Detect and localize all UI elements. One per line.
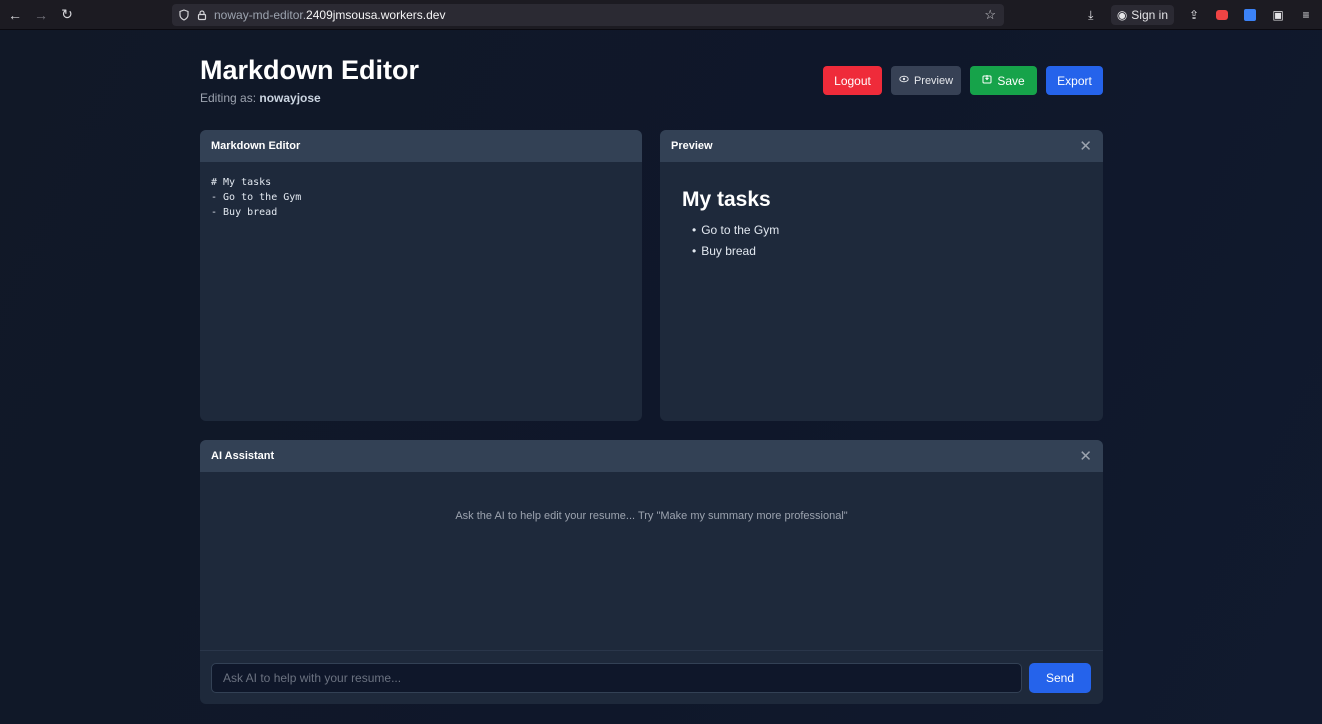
list-item: • Go to the Gym (692, 220, 1081, 241)
extension-icon[interactable] (1214, 7, 1230, 23)
shield-icon[interactable] (178, 9, 190, 21)
save-button[interactable]: Save (970, 66, 1037, 95)
extension-icon[interactable] (1242, 7, 1258, 23)
logout-label: Logout (834, 73, 871, 88)
send-button[interactable]: Send (1029, 663, 1091, 693)
header-actions: Logout Preview Save Export (823, 66, 1103, 95)
ai-panel-header: AI Assistant ✕ (200, 440, 1103, 472)
app-header: Markdown Editor Editing as: nowayjose Lo… (200, 54, 1103, 110)
preview-heading: My tasks (682, 188, 771, 211)
close-icon[interactable]: ✕ (1079, 447, 1092, 465)
save-icon (982, 74, 992, 87)
save-label: Save (997, 73, 1025, 88)
eye-icon (899, 75, 909, 86)
ai-input-row: Send (211, 663, 1091, 693)
preview-content: My tasks • Go to the Gym • Buy bread (660, 162, 1103, 286)
export-label: Export (1057, 73, 1092, 88)
ai-assistant-panel: AI Assistant ✕ Ask the AI to help edit y… (200, 440, 1103, 704)
url-text[interactable]: noway-md-editor.2409jmsousa.workers.dev (214, 8, 445, 22)
account-icon: ◉ (1116, 8, 1128, 22)
browser-toolbar: ← → ↻ noway-md-editor.2409jmsousa.worker… (0, 0, 1322, 30)
back-icon[interactable]: ← (4, 4, 26, 26)
close-icon[interactable]: ✕ (1079, 137, 1092, 155)
star-icon[interactable]: ☆ (984, 7, 996, 23)
ai-empty-message: Ask the AI to help edit your resume... T… (455, 510, 848, 522)
menu-icon[interactable]: ≡ (1298, 7, 1314, 23)
address-bar[interactable]: noway-md-editor.2409jmsousa.workers.dev … (172, 4, 1004, 26)
list-item-text: Buy bread (701, 244, 756, 258)
extension-icon[interactable]: ▣ (1270, 7, 1286, 23)
username: nowayjose (259, 91, 321, 105)
ai-panel-title: AI Assistant (211, 450, 275, 462)
ai-message-area: Ask the AI to help edit your resume... T… (200, 472, 1103, 651)
preview-panel-title: Preview (671, 140, 713, 152)
lock-icon[interactable] (196, 9, 208, 21)
download-icon[interactable]: ⤓ (1083, 7, 1099, 23)
editor-panel: Markdown Editor # My tasks - Go to the G… (200, 130, 642, 421)
share-icon[interactable]: ⇪ (1186, 7, 1202, 23)
logout-button[interactable]: Logout (823, 66, 882, 95)
list-item-text: Go to the Gym (701, 223, 780, 237)
send-label: Send (1045, 671, 1075, 685)
markdown-textarea[interactable]: # My tasks - Go to the Gym - Buy bread (200, 162, 642, 233)
editor-panel-title: Markdown Editor (211, 140, 301, 152)
editing-as-label: Editing as: (200, 91, 260, 105)
preview-list: • Go to the Gym • Buy bread (682, 220, 1081, 262)
ai-prompt-input[interactable] (211, 663, 1022, 693)
sign-in-button[interactable]: ◉ Sign in (1110, 5, 1174, 25)
list-item: • Buy bread (692, 241, 1081, 262)
editor-panel-header: Markdown Editor (200, 130, 642, 162)
preview-panel-header: Preview ✕ (660, 130, 1103, 162)
forward-icon[interactable]: → (30, 4, 52, 26)
sign-in-label: Sign in (1131, 8, 1168, 22)
export-button[interactable]: Export (1046, 66, 1103, 95)
preview-label: Preview (913, 74, 954, 87)
url-domain: 2409jmsousa.workers.dev (306, 8, 446, 22)
preview-button[interactable]: Preview (891, 66, 961, 95)
url-host: noway-md-editor. (214, 8, 307, 22)
reload-icon[interactable]: ↻ (56, 4, 78, 26)
preview-panel: Preview ✕ My tasks • Go to the Gym • Buy b… (660, 130, 1103, 421)
